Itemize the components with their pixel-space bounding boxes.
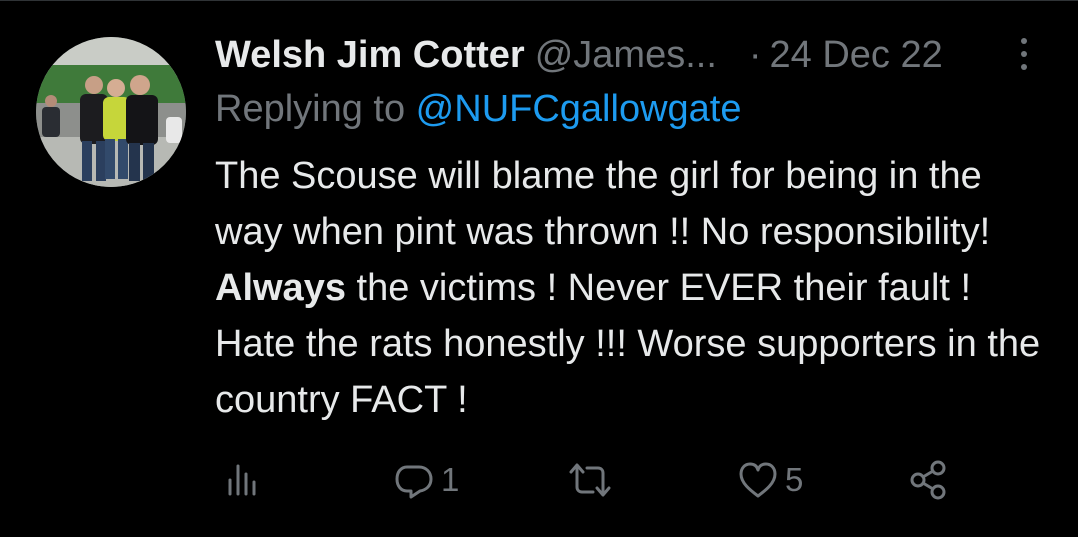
replying-to-line: Replying to @NUFCgallowgate (215, 88, 741, 131)
reply-icon (395, 465, 433, 499)
replying-prefix: Replying to (215, 88, 416, 130)
display-name[interactable]: Welsh Jim Cotter (215, 34, 525, 77)
reply-button[interactable]: 1 (393, 452, 459, 508)
replying-to-mention[interactable]: @NUFCgallowgate (416, 88, 742, 130)
avatar-photo (36, 37, 186, 187)
top-divider (0, 0, 1078, 1)
retweet-button[interactable] (567, 452, 613, 508)
separator-dot: · (748, 33, 762, 76)
like-button[interactable]: 5 (737, 452, 803, 508)
tweet-text: The Scouse will blame the girl for being… (215, 148, 1045, 428)
share-button[interactable] (908, 452, 950, 508)
more-options-icon[interactable] (1012, 34, 1036, 74)
tweet-header: Welsh Jim Cotter @James... · 24 Dec 22 (215, 30, 943, 80)
like-count: 5 (785, 461, 804, 498)
reply-count: 1 (441, 461, 460, 498)
tweet-text-bold: Always (215, 267, 346, 309)
tweet-text-part-1: The Scouse will blame the girl for being… (215, 155, 991, 253)
heart-icon (739, 462, 777, 498)
share-icon (910, 460, 946, 500)
user-handle[interactable]: @James... (535, 34, 717, 77)
tweet-date[interactable]: 24 Dec 22 (770, 34, 943, 77)
views-button[interactable] (221, 452, 261, 508)
action-bar: 1 5 (215, 452, 975, 508)
retweet-icon (569, 463, 611, 497)
avatar[interactable] (36, 37, 186, 187)
analytics-icon (228, 464, 256, 496)
